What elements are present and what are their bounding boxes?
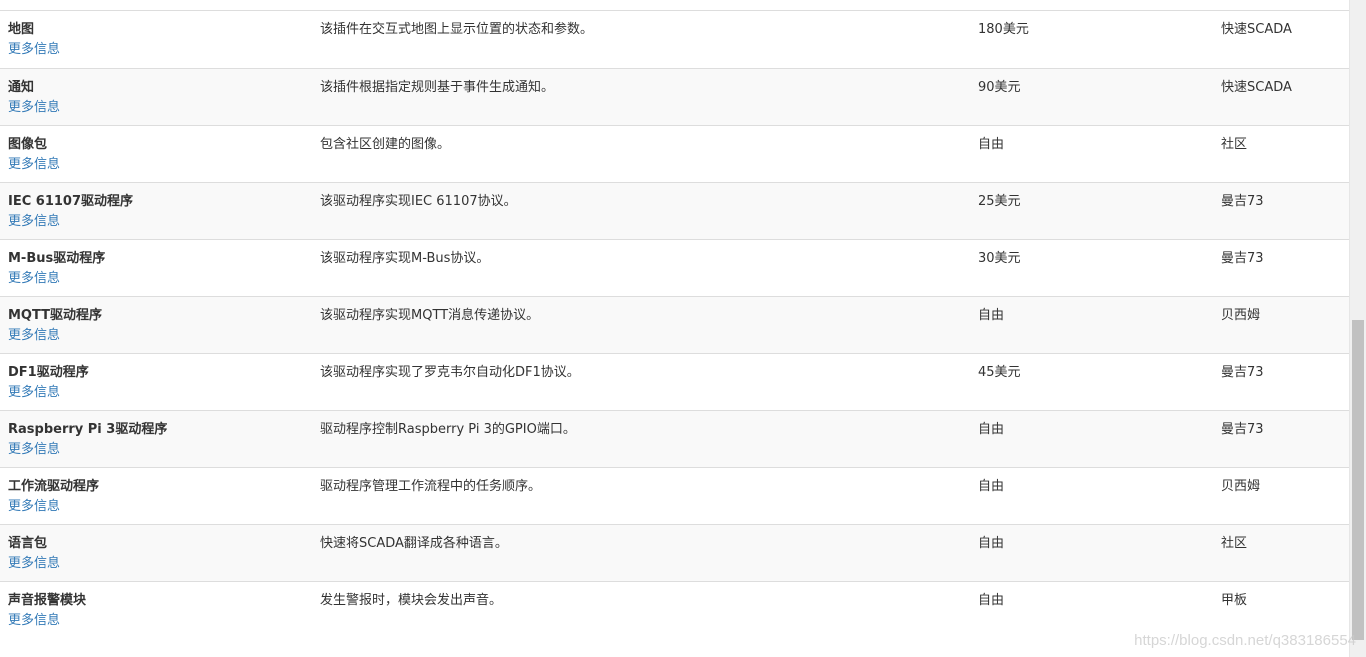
plugin-name-cell: 通知 更多信息 (0, 68, 312, 126)
plugin-name: Raspberry Pi 3驱动程序 (8, 421, 168, 437)
plugin-description: 该驱动程序实现MQTT消息传递协议。 (312, 296, 970, 354)
table-row: DF1驱动程序 更多信息 该驱动程序实现了罗克韦尔自动化DF1协议。 45美元 … (0, 353, 1349, 411)
plugin-price: 25美元 (970, 182, 1213, 240)
plugin-name-cell: 地图 更多信息 (0, 11, 312, 69)
more-info-link[interactable]: 更多信息 (8, 98, 304, 118)
plugin-author: 快速SCADA (1213, 68, 1349, 126)
plugin-price: 自由 (970, 410, 1213, 468)
plugin-author: 曼吉73 (1213, 239, 1349, 297)
plugin-author: 曼吉73 (1213, 410, 1349, 468)
plugin-name: 图像包 (8, 136, 48, 152)
plugin-description: 发生警报时，模块会发出声音。 (320, 592, 503, 608)
plugin-description: 驱动程序控制Raspberry Pi 3的GPIO端口。 (312, 410, 970, 468)
plugin-description: 驱动程序管理工作流程中的任务顺序。 (312, 467, 970, 525)
table-row: 图像包 更多信息 包含社区创建的图像。 自由 社区 (0, 125, 1349, 183)
plugin-name: M-Bus驱动程序 (8, 250, 106, 266)
plugin-description: 该驱动程序实现M-Bus协议。 (312, 239, 970, 297)
plugin-name: 语言包 (8, 535, 48, 551)
plugin-name: IEC 61107驱动程序 (8, 193, 134, 209)
plugin-name: 地图 (8, 22, 35, 37)
plugin-price: 30美元 (970, 239, 1213, 297)
plugin-author: 社区 (1213, 524, 1349, 582)
table-row: 声音报警模块 更多信息 发生警报时，模块会发出声音。 自由 甲板 (0, 581, 1349, 638)
more-info-link[interactable]: 更多信息 (8, 497, 304, 517)
plugin-price: 180美元 (970, 11, 1213, 69)
plugin-name-cell: 工作流驱动程序 更多信息 (0, 467, 312, 525)
plugin-name: 通知 (8, 79, 35, 95)
more-info-link[interactable]: 更多信息 (8, 440, 304, 460)
plugin-description: 包含社区创建的图像。 (312, 125, 970, 183)
table-row: 语言包 更多信息 快速将SCADA翻译成各种语言。 自由 社区 (0, 524, 1349, 582)
plugin-author: 曼吉73 (1213, 353, 1349, 411)
plugin-name-cell: DF1驱动程序 更多信息 (0, 353, 312, 411)
plugin-price: 45美元 (970, 353, 1213, 411)
plugin-name: 工作流驱动程序 (8, 478, 100, 494)
plugin-description: 快速将SCADA翻译成各种语言。 (312, 524, 970, 582)
plugin-name-cell: IEC 61107驱动程序 更多信息 (0, 182, 312, 240)
plugin-price: 自由 (970, 125, 1213, 183)
plugin-price: 90美元 (970, 68, 1213, 126)
plugin-name: DF1驱动程序 (8, 364, 89, 380)
table-row: 工作流驱动程序 更多信息 驱动程序管理工作流程中的任务顺序。 自由 贝西姆 (0, 467, 1349, 525)
plugin-name-cell: 图像包 更多信息 (0, 125, 312, 183)
plugin-name-cell: M-Bus驱动程序 更多信息 (0, 239, 312, 297)
plugin-price: 自由 (970, 296, 1213, 354)
plugin-description: 该插件在交互式地图上显示位置的状态和参数。 (312, 11, 970, 69)
plugin-author: 甲板 (1221, 592, 1248, 608)
plugin-name: 声音报警模块 (8, 592, 87, 608)
table-row: MQTT驱动程序 更多信息 该驱动程序实现MQTT消息传递协议。 自由 贝西姆 (0, 296, 1349, 354)
plugin-author: 贝西姆 (1213, 296, 1349, 354)
more-info-link[interactable]: 更多信息 (8, 269, 304, 289)
plugin-price: 自由 (970, 524, 1213, 582)
plugin-name-cell: MQTT驱动程序 更多信息 (0, 296, 312, 354)
more-info-link[interactable]: 更多信息 (8, 40, 304, 60)
plugin-description: 该插件根据指定规则基于事件生成通知。 (312, 68, 970, 126)
plugin-author: 曼吉73 (1213, 182, 1349, 240)
plugin-name-cell: 语言包 更多信息 (0, 524, 312, 582)
plugin-name-cell: 声音报警模块 更多信息 (0, 581, 312, 638)
plugins-table: 地图 更多信息 该插件在交互式地图上显示位置的状态和参数。 180美元 快速SC… (0, 11, 1349, 638)
more-info-link[interactable]: 更多信息 (8, 212, 304, 232)
more-info-link[interactable]: 更多信息 (8, 611, 304, 631)
plugin-name-cell: Raspberry Pi 3驱动程序 更多信息 (0, 410, 312, 468)
plugin-price: 自由 (970, 467, 1213, 525)
more-info-link[interactable]: 更多信息 (8, 155, 304, 175)
plugin-description: 该驱动程序实现IEC 61107协议。 (312, 182, 970, 240)
table-row: 地图 更多信息 该插件在交互式地图上显示位置的状态和参数。 180美元 快速SC… (0, 11, 1349, 69)
plugin-author: 贝西姆 (1213, 467, 1349, 525)
table-row: Raspberry Pi 3驱动程序 更多信息 驱动程序控制Raspberry … (0, 410, 1349, 468)
plugin-name: MQTT驱动程序 (8, 307, 103, 323)
more-info-link[interactable]: 更多信息 (8, 383, 304, 403)
vertical-scrollbar[interactable] (1349, 0, 1366, 657)
plugin-author: 快速SCADA (1213, 11, 1349, 69)
scrollbar-thumb[interactable] (1352, 320, 1364, 640)
plugin-price: 自由 (978, 592, 1005, 608)
more-info-link[interactable]: 更多信息 (8, 554, 304, 574)
plugin-author: 社区 (1213, 125, 1349, 183)
plugin-description: 该驱动程序实现了罗克韦尔自动化DF1协议。 (312, 353, 970, 411)
table-row: M-Bus驱动程序 更多信息 该驱动程序实现M-Bus协议。 30美元 曼吉73 (0, 239, 1349, 297)
table-row: IEC 61107驱动程序 更多信息 该驱动程序实现IEC 61107协议。 2… (0, 182, 1349, 240)
more-info-link[interactable]: 更多信息 (8, 326, 304, 346)
plugin-list-viewport: 地图 更多信息 该插件在交互式地图上显示位置的状态和参数。 180美元 快速SC… (0, 0, 1349, 657)
table-row: 通知 更多信息 该插件根据指定规则基于事件生成通知。 90美元 快速SCADA (0, 68, 1349, 126)
